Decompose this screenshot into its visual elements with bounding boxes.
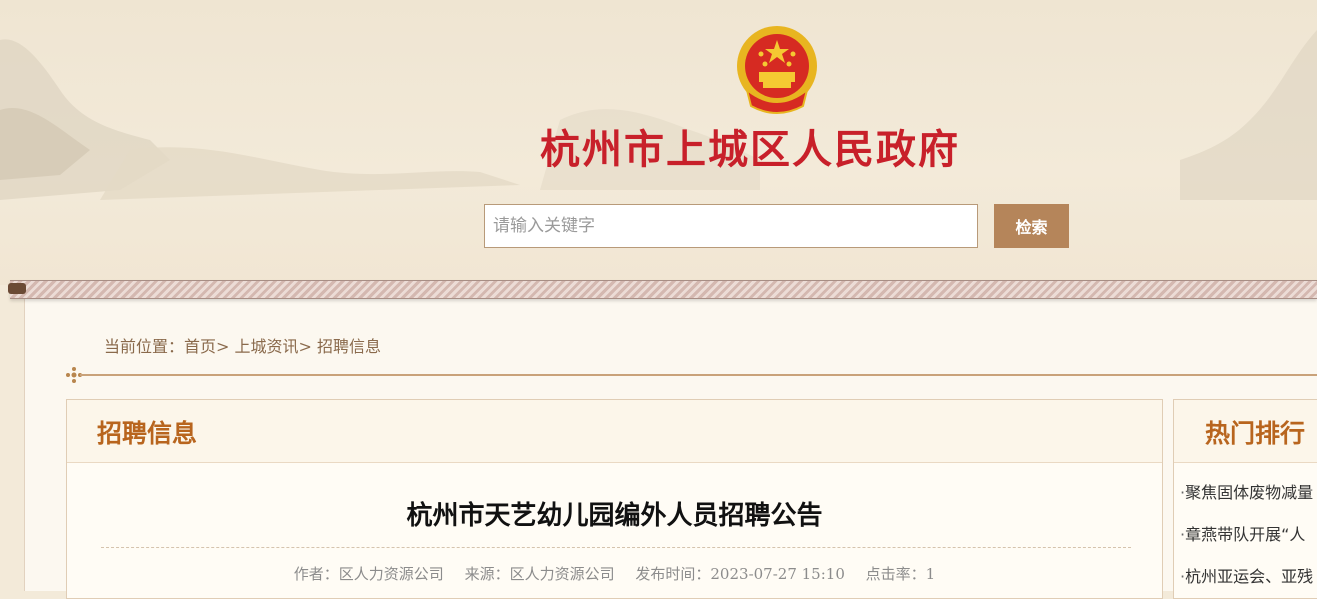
breadcrumb-home[interactable]: 首页: [184, 337, 216, 356]
meta-published: 发布时间：2023-07-27 15:10: [635, 565, 845, 583]
meta-hits: 点击率：1: [865, 565, 936, 583]
article-title: 杭州市天艺幼儿园编外人员招聘公告: [406, 501, 823, 531]
side-panel-header: 热门排行: [1174, 400, 1317, 463]
landscape-decoration-right: [1180, 30, 1317, 200]
breadcrumb-divider: [80, 374, 1317, 376]
hot-ranking-list: 聚焦固体废物减量 章燕带队开展“人 杭州亚运会、亚残: [1180, 480, 1313, 598]
hot-ranking-title: 热门排行: [1205, 419, 1306, 448]
breadcrumb: 当前位置：首页> 上城资讯> 招聘信息: [104, 333, 381, 357]
breadcrumb-prefix: 当前位置：: [104, 337, 185, 356]
article-panel: 招聘信息 杭州市天艺幼儿园编外人员招聘公告 作者：区人力资源公司 来源：区人力资…: [66, 399, 1163, 599]
breadcrumb-separator: >: [216, 337, 230, 356]
scroll-rod-end: [8, 283, 26, 294]
breadcrumb-news[interactable]: 上城资讯: [235, 337, 299, 356]
article-meta: 作者：区人力资源公司 来源：区人力资源公司 发布时间：2023-07-27 15…: [67, 563, 1162, 584]
meta-source: 来源：区人力资源公司: [464, 565, 615, 583]
site-header: 杭州市上城区人民政府 检索: [0, 0, 1317, 285]
ranking-item[interactable]: 章燕带队开展“人: [1180, 522, 1313, 564]
panel-header: 招聘信息: [67, 400, 1162, 463]
hot-ranking-panel: 热门排行 聚焦固体废物减量 章燕带队开展“人 杭州亚运会、亚残: [1173, 399, 1317, 599]
ranking-item[interactable]: 聚焦固体废物减量: [1180, 480, 1313, 522]
ranking-item[interactable]: 杭州亚运会、亚残: [1180, 564, 1313, 598]
section-title: 招聘信息: [97, 419, 198, 448]
national-emblem-icon: [737, 26, 817, 114]
article-divider: [101, 547, 1131, 548]
breadcrumb-recruitment[interactable]: 招聘信息: [317, 337, 381, 356]
search-input[interactable]: [484, 204, 978, 248]
search-button[interactable]: 检索: [994, 204, 1069, 248]
scroll-rod-decoration: [10, 280, 1317, 299]
site-title: 杭州市上城区人民政府: [540, 126, 960, 173]
meta-author: 作者：区人力资源公司: [293, 565, 444, 583]
breadcrumb-separator: >: [298, 337, 312, 356]
